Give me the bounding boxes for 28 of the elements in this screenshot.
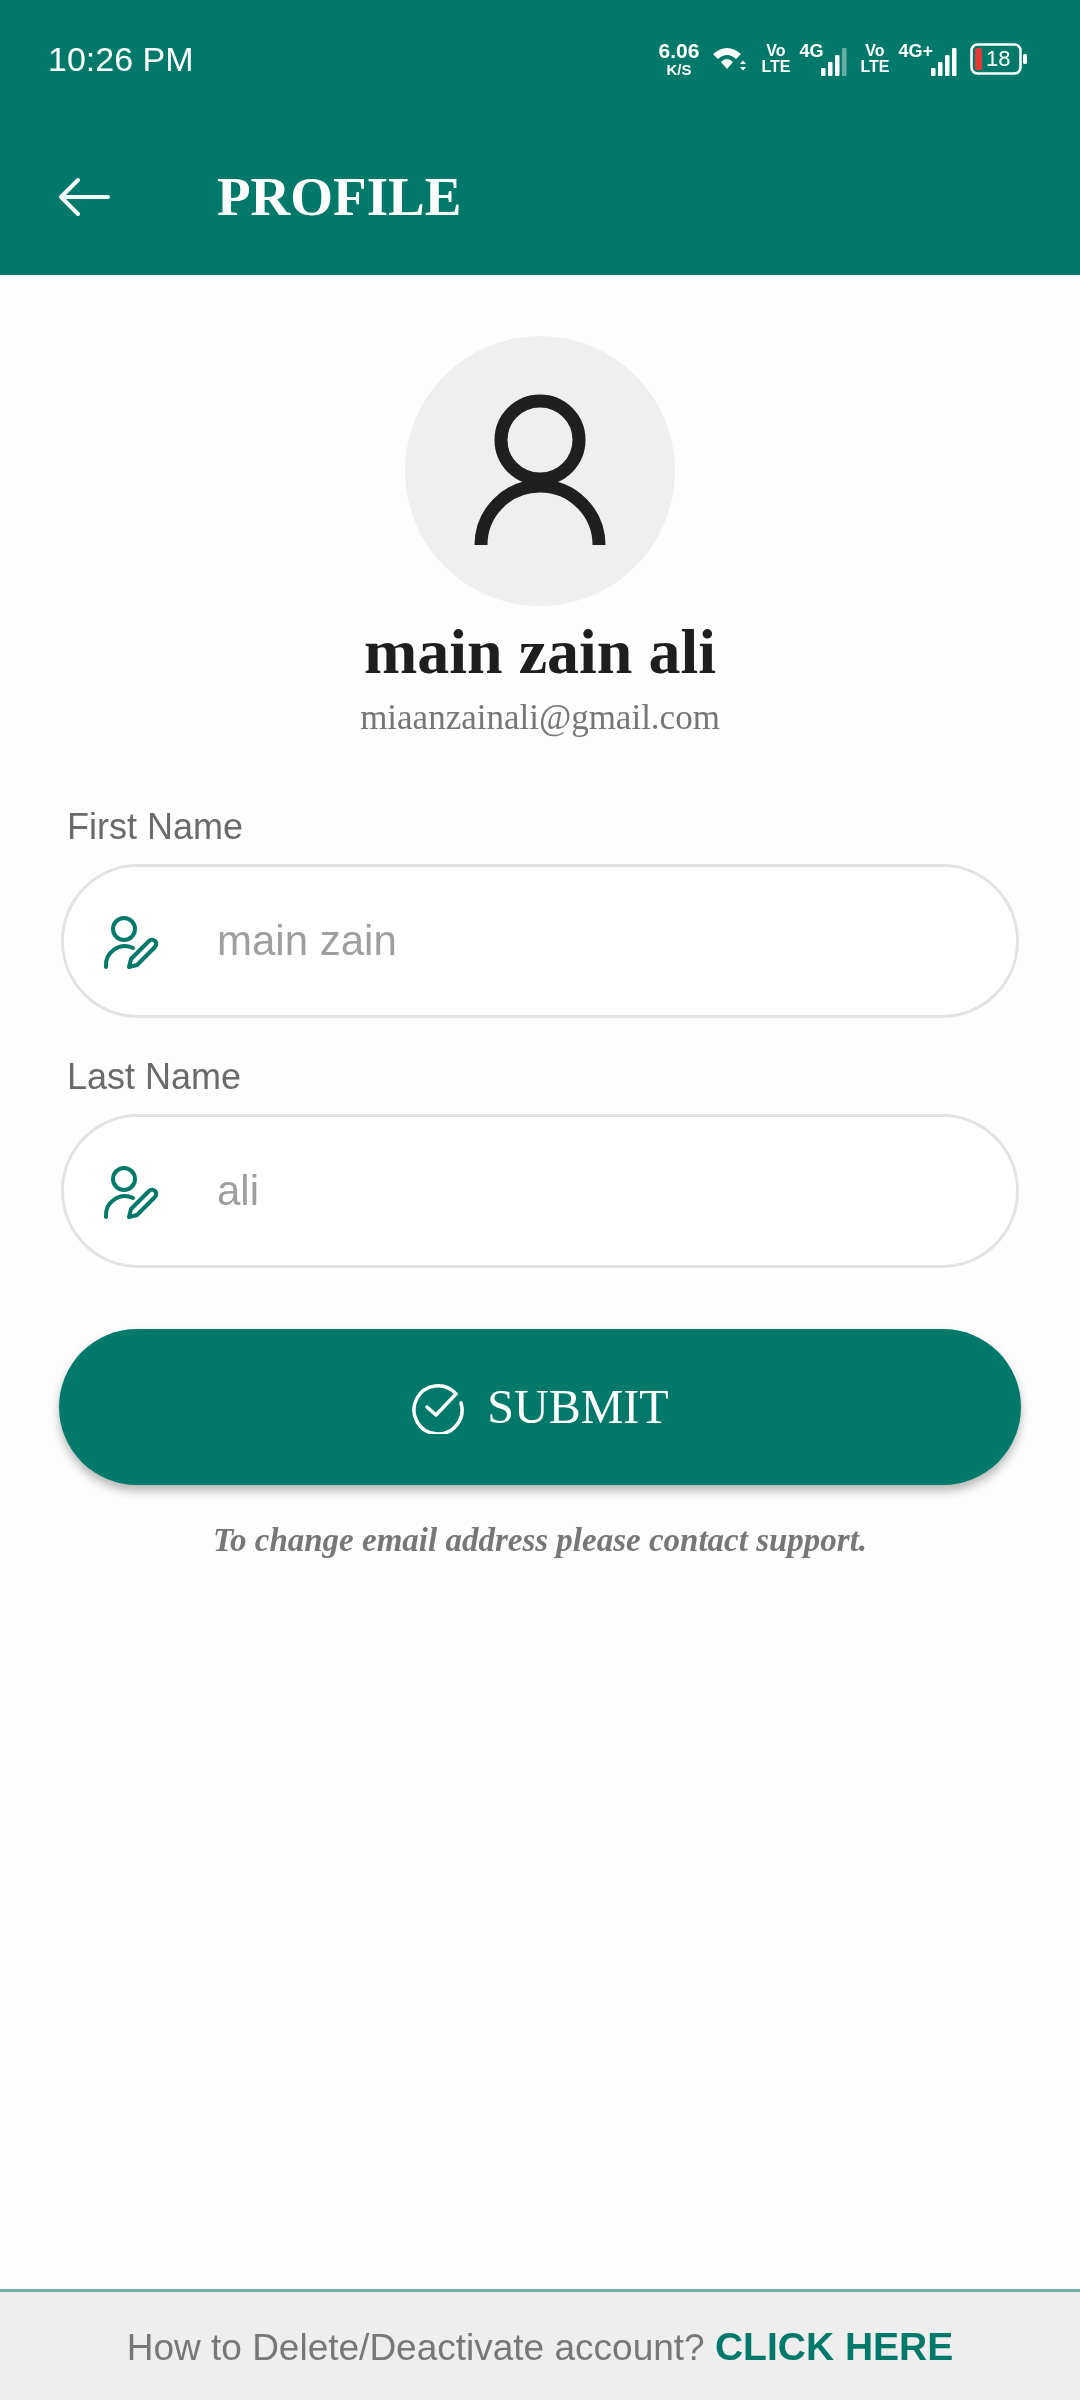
- battery-icon: [970, 43, 1028, 75]
- click-here-link[interactable]: CLICK HERE: [714, 2324, 954, 2368]
- network-type-label: 4G: [799, 42, 824, 60]
- signal-icon: [931, 46, 957, 76]
- profile-email: miaanzainali@gmail.com: [360, 696, 720, 739]
- status-time: 10:26 PM: [48, 42, 194, 76]
- network-speed: 6.06: [658, 40, 700, 62]
- volte-label: Vo: [865, 43, 885, 59]
- profile-name: main zain ali: [364, 615, 716, 689]
- text-input[interactable]: ali: [61, 1113, 1019, 1268]
- field-label: Last Name: [67, 1056, 242, 1097]
- avatar-icon: [405, 336, 675, 606]
- field-label: First Name: [67, 806, 243, 847]
- speed-unit: K/S: [666, 62, 692, 78]
- volte-label: Vo: [766, 43, 786, 59]
- back-button[interactable]: [57, 176, 110, 217]
- signal-icon: [821, 46, 848, 76]
- text-input[interactable]: main zain: [61, 863, 1019, 1018]
- screen-title: PROFILE: [217, 169, 462, 224]
- network-type-label: 4G+: [898, 42, 933, 60]
- battery-percentage: 18: [986, 47, 1011, 71]
- back-arrow-icon: [57, 176, 110, 217]
- submit-button[interactable]: SUBMIT: [59, 1328, 1021, 1485]
- delete-account-prompt: How to Delete/Deactivate account? CLICK HERE: [126, 2326, 954, 2366]
- support-note: To change email address please contact support.: [212, 1521, 868, 1560]
- volte-label: LTE: [860, 59, 890, 75]
- wifi-icon: [712, 45, 749, 73]
- volte-label: LTE: [761, 59, 791, 75]
